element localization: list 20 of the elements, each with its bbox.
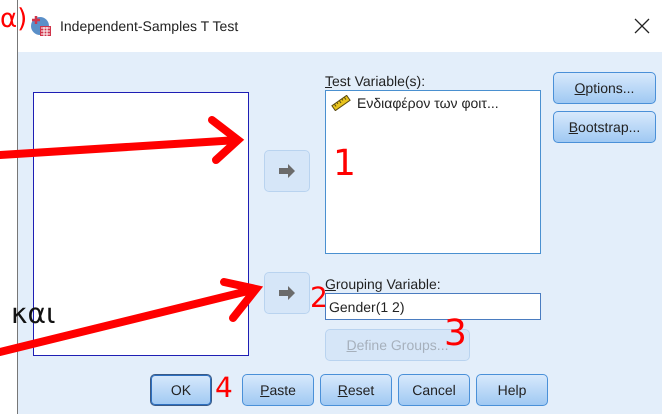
dialog-button[interactable]: OK xyxy=(150,374,212,406)
annotation-number: 1 xyxy=(333,146,356,182)
field-label: Test Variable(s): xyxy=(325,72,426,90)
arrow-icon xyxy=(278,286,296,300)
dialog-button[interactable]: Bootstrap... xyxy=(553,111,656,143)
move-button[interactable] xyxy=(264,272,310,314)
window-title: Independent-Samples T Test xyxy=(60,18,240,34)
field-label: Grouping Variable: xyxy=(325,275,442,293)
dialog-button[interactable]: Options... xyxy=(553,72,656,104)
dialog-button[interactable]: Paste xyxy=(242,374,314,406)
variable-item[interactable]: Ενδιαφέρον των φοιτ... xyxy=(331,95,535,111)
dialog-button[interactable]: Reset xyxy=(320,374,392,406)
app-icon xyxy=(30,15,52,37)
arrow-icon xyxy=(278,164,296,178)
close-icon xyxy=(634,18,650,34)
annotation-number: 4 xyxy=(215,374,233,402)
move-button[interactable] xyxy=(264,150,310,192)
annotation-label: α) xyxy=(0,6,28,32)
dialog-button[interactable]: Help xyxy=(476,374,548,406)
dialog-button[interactable]: Cancel xyxy=(398,374,470,406)
